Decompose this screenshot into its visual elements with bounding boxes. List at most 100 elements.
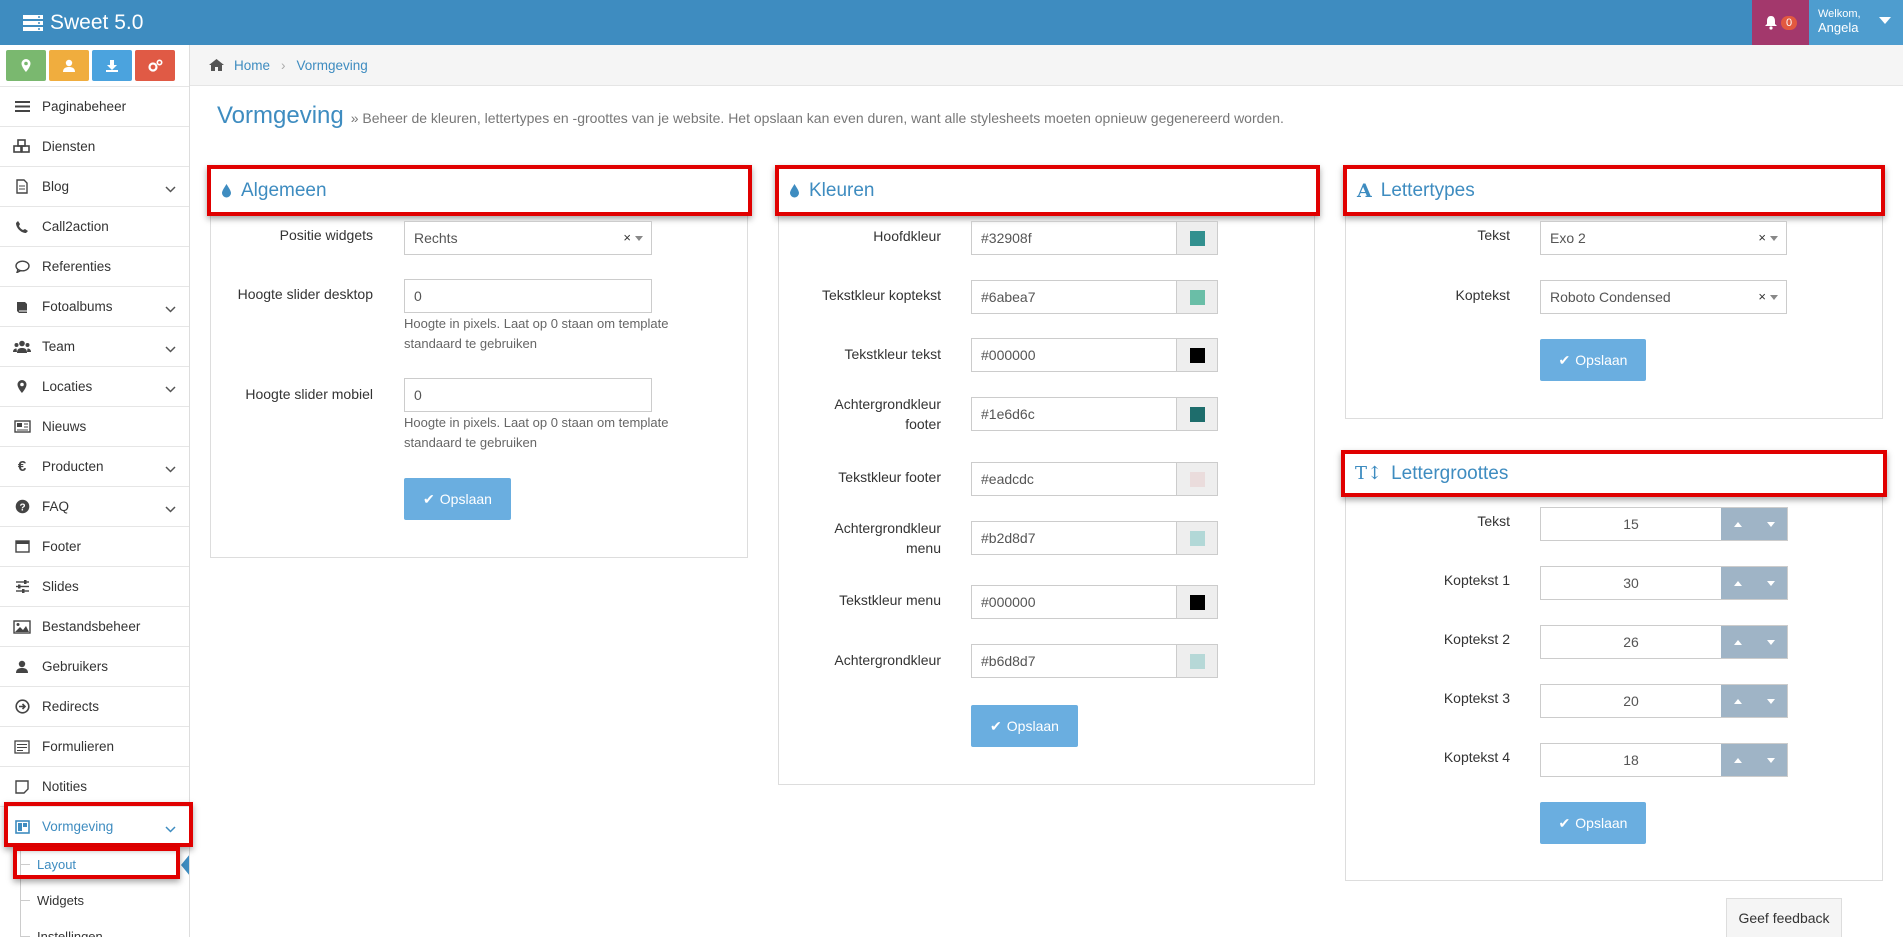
sidebar-item-fotoalbums[interactable]: Fotoalbums <box>0 286 189 326</box>
caret-down-icon <box>1879 17 1891 24</box>
dropdown-arrow-icon[interactable] <box>1770 236 1778 241</box>
clear-icon[interactable]: × <box>1758 289 1766 304</box>
positie-widgets-select[interactable]: Rechts × <box>404 221 652 255</box>
breadcrumb-current[interactable]: Vormgeving <box>297 58 368 73</box>
hoogte-desktop-input[interactable]: 0 <box>404 279 652 313</box>
notifications-badge: 0 <box>1780 15 1798 30</box>
font-size-value[interactable]: 26 <box>1541 626 1721 658</box>
color-input[interactable]: #1e6d6c <box>971 397 1218 431</box>
kleuren-save-button[interactable]: ✔ Opslaan <box>971 705 1078 747</box>
home-icon[interactable] <box>208 58 225 72</box>
sidebar-item-team[interactable]: Team <box>0 326 189 366</box>
font-size-value[interactable]: 18 <box>1541 744 1721 776</box>
koptekst-font-select[interactable]: Roboto Condensed × <box>1540 280 1787 314</box>
quick-actions <box>0 45 189 86</box>
breadcrumb-home[interactable]: Home <box>234 58 270 73</box>
color-picker-button[interactable] <box>1177 222 1217 254</box>
decrement-button[interactable] <box>1754 626 1787 658</box>
font-size-stepper[interactable]: 26 <box>1540 625 1788 659</box>
sidebar-item-footer[interactable]: Footer <box>0 526 189 566</box>
color-input[interactable]: #000000 <box>971 585 1218 619</box>
chevron-down-icon[interactable] <box>165 461 176 476</box>
color-input[interactable]: #b6d8d7 <box>971 644 1218 678</box>
color-picker-button[interactable] <box>1177 281 1217 313</box>
sidebar-item-redirects[interactable]: Redirects <box>0 686 189 726</box>
sidebar-item-locaties[interactable]: Locaties <box>0 366 189 406</box>
decrement-button[interactable] <box>1754 567 1787 599</box>
chevron-down-icon[interactable] <box>165 341 176 356</box>
sidebar-item-label: Redirects <box>42 699 100 714</box>
chevron-down-icon[interactable] <box>165 301 176 316</box>
sidebar-highlight-layout <box>13 847 180 879</box>
dropdown-arrow-icon[interactable] <box>1770 295 1778 300</box>
sidebar-item-gebruikers[interactable]: Gebruikers <box>0 646 189 686</box>
dropdown-arrow-icon[interactable] <box>635 236 643 241</box>
user-menu[interactable]: Welkom, Angela <box>1809 0 1903 45</box>
color-input[interactable]: #32908f <box>971 221 1218 255</box>
kleur-label: Tekstkleur tekst <box>844 346 941 362</box>
sidebar-item-nieuws[interactable]: Nieuws <box>0 406 189 446</box>
sidebar-item-call2action[interactable]: Call2action <box>0 206 189 246</box>
font-size-stepper[interactable]: 30 <box>1540 566 1788 600</box>
increment-button[interactable] <box>1721 508 1754 540</box>
algemeen-save-button[interactable]: ✔ Opslaan <box>404 478 511 520</box>
quick-button-user[interactable] <box>49 50 89 81</box>
decrement-button[interactable] <box>1754 685 1787 717</box>
chevron-down-icon[interactable] <box>165 381 176 396</box>
quick-button-download[interactable] <box>92 50 132 81</box>
sidebar-subitem-widgets[interactable]: Widgets <box>0 882 189 918</box>
notifications-button[interactable]: 0 <box>1752 0 1809 45</box>
color-input[interactable]: #000000 <box>971 338 1218 372</box>
color-picker-button[interactable] <box>1177 586 1217 618</box>
color-picker-button[interactable] <box>1177 398 1217 430</box>
font-size-value[interactable]: 30 <box>1541 567 1721 599</box>
algemeen-save-label: Opslaan <box>439 491 492 507</box>
color-input[interactable]: #6abea7 <box>971 280 1218 314</box>
clear-icon[interactable]: × <box>623 230 631 245</box>
chevron-down-icon[interactable] <box>165 501 176 516</box>
color-picker-button[interactable] <box>1177 522 1217 554</box>
quick-button-map-marker[interactable] <box>6 50 46 81</box>
chevron-down-icon[interactable] <box>165 181 176 196</box>
sidebar-item-label: Team <box>42 339 76 354</box>
droplet-icon <box>221 183 232 198</box>
feedback-button[interactable]: Geef feedback <box>1726 898 1842 937</box>
color-picker-button[interactable] <box>1177 339 1217 371</box>
increment-button[interactable] <box>1721 626 1754 658</box>
kleur-label: Achtergrondkleur menu <box>834 520 941 556</box>
font-size-stepper[interactable]: 18 <box>1540 743 1788 777</box>
sidebar-item-producten[interactable]: € Producten <box>0 446 189 486</box>
droplet-icon <box>789 183 800 198</box>
decrement-button[interactable] <box>1754 744 1787 776</box>
brand[interactable]: Sweet 5.0 <box>22 0 143 45</box>
hoogte-mobiel-input[interactable]: 0 <box>404 378 652 412</box>
sidebar-item-blog[interactable]: Blog <box>0 166 189 206</box>
sidebar-subitem-instellingen[interactable]: Instellingen <box>0 918 189 937</box>
sidebar-item-notities[interactable]: Notities <box>0 766 189 806</box>
decrement-button[interactable] <box>1754 508 1787 540</box>
lettergroottes-save-button[interactable]: ✔ Opslaan <box>1540 802 1646 844</box>
sidebar-item-referenties[interactable]: Referenties <box>0 246 189 286</box>
color-picker-button[interactable] <box>1177 463 1217 495</box>
increment-button[interactable] <box>1721 567 1754 599</box>
color-picker-button[interactable] <box>1177 645 1217 677</box>
color-input[interactable]: #b2d8d7 <box>971 521 1218 555</box>
font-size-stepper[interactable]: 15 <box>1540 507 1788 541</box>
font-size-value[interactable]: 20 <box>1541 685 1721 717</box>
tekst-font-select[interactable]: Exo 2 × <box>1540 221 1787 255</box>
sidebar-item-formulieren[interactable]: Formulieren <box>0 726 189 766</box>
sidebar-item-paginabeheer[interactable]: Paginabeheer <box>0 86 189 126</box>
increment-button[interactable] <box>1721 685 1754 717</box>
sidebar-item-diensten[interactable]: Diensten <box>0 126 189 166</box>
color-input[interactable]: #eadcdc <box>971 462 1218 496</box>
quick-button-settings[interactable] <box>135 50 175 81</box>
increment-button[interactable] <box>1721 744 1754 776</box>
clear-icon[interactable]: × <box>1758 230 1766 245</box>
sidebar-item-bestandsbeheer[interactable]: Bestandsbeheer <box>0 606 189 646</box>
font-size-stepper[interactable]: 20 <box>1540 684 1788 718</box>
font-size-value[interactable]: 15 <box>1541 508 1721 540</box>
lettertypes-save-button[interactable]: ✔ Opslaan <box>1540 339 1646 381</box>
sidebar-item-slides[interactable]: Slides <box>0 566 189 606</box>
map-marker-icon <box>12 379 32 395</box>
sidebar-item-faq[interactable]: ? FAQ <box>0 486 189 526</box>
